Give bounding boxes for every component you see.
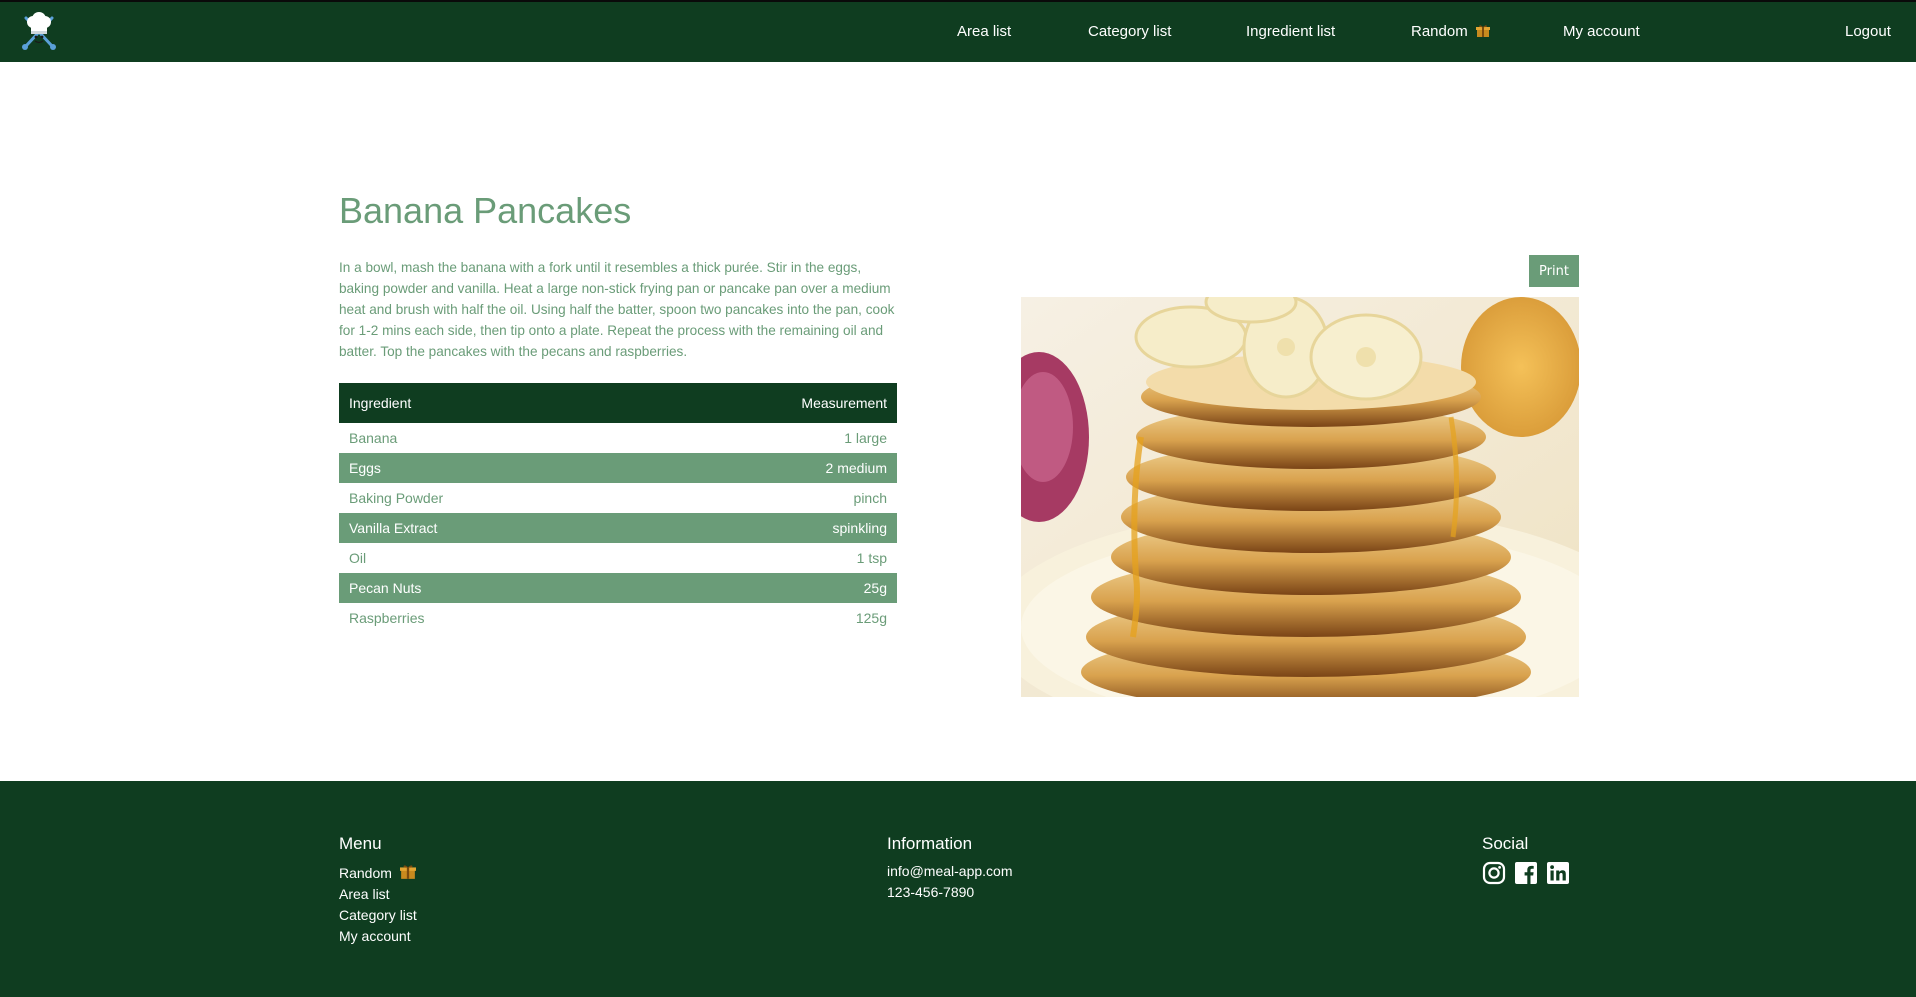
facebook-icon[interactable]	[1514, 861, 1538, 885]
list-item: Category list	[339, 905, 417, 926]
footer-link-random[interactable]: Random	[339, 865, 416, 881]
ingredient-measure: 1 large	[844, 430, 887, 446]
gift-box-icon	[399, 864, 416, 886]
chef-logo-icon[interactable]	[20, 12, 58, 52]
table-row: Baking Powder pinch	[339, 483, 897, 513]
ingredient-measure: 1 tsp	[856, 550, 887, 566]
recipe-image	[1021, 297, 1579, 697]
footer-link-my-account[interactable]: My account	[339, 928, 411, 944]
recipe-description: In a bowl, mash the banana with a fork u…	[339, 260, 895, 359]
ingredient-measure: 25g	[628, 573, 897, 603]
nav-logout[interactable]: Logout	[1845, 23, 1891, 40]
footer-menu-heading: Menu	[339, 834, 382, 853]
table-row: Raspberries 125g	[339, 603, 897, 633]
table-row: Eggs 2 medium	[339, 453, 897, 483]
footer-link-area-list[interactable]: Area list	[339, 886, 390, 902]
list-item: Area list	[339, 884, 417, 905]
ingredient-name: Banana	[349, 430, 398, 446]
ingredient-name: Pecan Nuts	[339, 573, 629, 603]
footer-email: info@meal-app.com	[887, 863, 1013, 879]
list-item: My account	[339, 926, 417, 947]
footer-social-heading: Social	[1482, 834, 1529, 853]
footer-menu-list: Random Area list Category list My accoun…	[339, 863, 417, 947]
footer-link-random-label: Random	[339, 865, 392, 881]
footer-information-list: info@meal-app.com 123-456-7890	[887, 861, 1013, 903]
list-item: Random	[339, 863, 417, 884]
nav-my-account[interactable]: My account	[1563, 23, 1640, 40]
footer-information-heading: Information	[887, 834, 973, 853]
measurement-header: Measurement	[628, 383, 897, 423]
nav-area-list[interactable]: Area list	[957, 23, 1011, 40]
footer-link-category-list[interactable]: Category list	[339, 907, 417, 923]
ingredient-header: Ingredient	[339, 383, 629, 423]
linkedin-icon[interactable]	[1546, 861, 1570, 885]
table-row: Banana 1 large	[339, 423, 897, 453]
instagram-icon[interactable]	[1482, 861, 1506, 885]
nav-ingredient-list[interactable]: Ingredient list	[1246, 23, 1335, 40]
ingredient-name: Eggs	[339, 453, 629, 483]
recipe-title: Banana Pancakes	[339, 190, 632, 231]
ingredient-name: Vanilla Extract	[339, 513, 629, 543]
nav-random[interactable]: Random	[1411, 23, 1490, 42]
footer-phone: 123-456-7890	[887, 884, 975, 900]
site-footer: Menu Random Area list Category list My a…	[0, 781, 1916, 997]
ingredient-name: Baking Powder	[349, 490, 444, 506]
ingredients-table: Ingredient Measurement Banana 1 large Eg…	[339, 383, 897, 633]
table-row: Oil 1 tsp	[339, 543, 897, 573]
top-navbar: Area list Category list Ingredient list …	[0, 0, 1916, 62]
table-header-row: Ingredient Measurement	[339, 383, 897, 423]
ingredient-measure: spinkling	[628, 513, 897, 543]
ingredient-measure: 2 medium	[628, 453, 897, 483]
print-button[interactable]: Print	[1529, 255, 1579, 287]
gift-box-icon	[1475, 24, 1490, 42]
ingredient-name: Oil	[349, 550, 367, 566]
nav-category-list[interactable]: Category list	[1088, 23, 1171, 40]
table-row: Pecan Nuts 25g	[339, 573, 897, 603]
table-row: Vanilla Extract spinkling	[339, 513, 897, 543]
ingredient-name: Raspberries	[349, 610, 425, 626]
ingredient-measure: 125g	[855, 610, 887, 626]
ingredient-measure: pinch	[853, 490, 887, 506]
nav-random-label: Random	[1411, 23, 1468, 40]
